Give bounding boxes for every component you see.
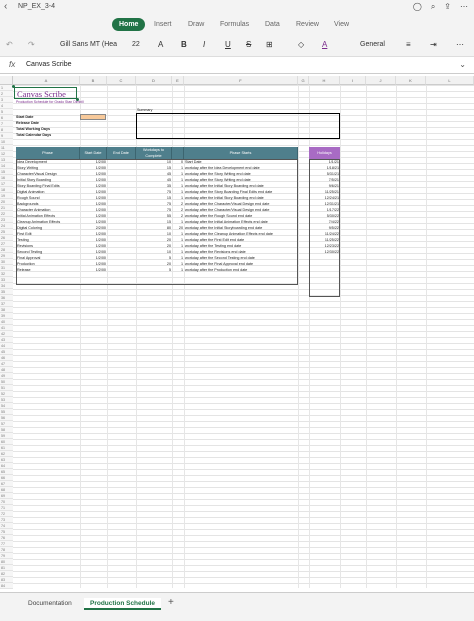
column-header[interactable]: F [184,76,298,85]
column-header[interactable]: I [340,76,366,85]
tab-data[interactable]: Data [265,18,280,31]
table-cell[interactable]: 1/2/00 [80,267,107,273]
more-icon[interactable]: ⋯ [456,39,464,51]
column-header[interactable]: K [396,76,426,85]
header-phase: Phase [16,147,80,159]
column-header[interactable]: G [298,76,309,85]
tab-view[interactable]: View [334,18,349,31]
ribbon-tabs: Home Insert Draw Formulas Data Review Vi… [0,16,474,33]
title-bar: ‹ NP_EX_3-4 ◯ ⌕ ⇪ ⋯ [0,0,474,16]
tab-formulas[interactable]: Formulas [220,18,249,31]
formula-bar[interactable]: fx Canvas Scribe ⌄ [0,58,474,74]
column-header[interactable]: E [172,76,184,85]
tab-review[interactable]: Review [296,18,319,31]
bold-button[interactable]: B [181,39,187,51]
grid-column-line [340,85,341,588]
underline-button[interactable]: U [225,39,231,51]
start-date-input[interactable] [80,114,106,120]
search-icon[interactable]: ⌕ [431,2,435,12]
row-header[interactable]: 84 [0,583,13,589]
sheet-tab-production-schedule[interactable]: Production Schedule [84,598,162,610]
redo-icon[interactable]: ↷ [28,39,35,51]
header-holidays: Holidays [309,147,340,159]
column-header[interactable]: H [309,76,340,85]
column-header[interactable]: B [80,76,107,85]
tab-home[interactable]: Home [112,18,146,31]
sheet-title-cell[interactable]: Canvas Scribe [14,87,77,99]
formula-input[interactable]: Canvas Scribe [26,61,72,68]
summary-label: Summary [137,108,153,112]
align-icon[interactable]: ≡ [406,39,411,51]
grid-column-line [396,85,397,588]
table-cell[interactable]: workday after the Production end date [185,267,297,273]
grid-column-line [366,85,367,588]
font-color-icon[interactable]: A [322,39,327,51]
table-cell[interactable]: 5 [136,267,172,273]
grid-column-line [298,85,299,588]
wrap-icon[interactable]: ⇥ [430,39,437,51]
tab-draw[interactable]: Draw [188,18,204,31]
italic-button[interactable]: I [203,39,205,51]
header-start-date: Start Date [80,147,107,159]
undo-icon[interactable]: ↶ [6,39,13,51]
chevron-down-icon[interactable]: ⌄ [459,60,466,69]
summary-box[interactable] [136,113,340,139]
sheet-tab-bar: Documentation Production Schedule + [0,592,474,621]
ribbon-toolbar: ↶ ↷ Gill Sans MT (Hea 22 A B I U S ⊞ ◇ A… [0,33,474,57]
header-phase-starts: Phase Starts [184,147,298,159]
column-header[interactable]: D [136,76,172,85]
column-header[interactable]: A [13,76,80,85]
borders-icon[interactable]: ⊞ [266,39,273,51]
header-end-date: End Date [107,147,136,159]
lightbulb-icon[interactable]: ◯ [413,2,422,12]
add-sheet-button[interactable]: + [168,597,174,608]
back-icon[interactable]: ‹ [4,1,7,12]
total-calendar-days-label: Total Calendar Days [16,133,52,137]
more-icon[interactable]: ⋯ [460,2,468,12]
table-cell[interactable]: Release [17,267,79,273]
function-icon[interactable]: fx [9,60,15,69]
column-header[interactable]: J [366,76,396,85]
number-format-box[interactable]: General [360,39,385,51]
column-header[interactable]: L [426,76,474,85]
sheet-subtitle: Production Schedule for Grado Stan Dimbi… [16,100,84,104]
header-workdays: Workdays to Complete [136,147,172,159]
share-icon[interactable]: ⇪ [444,2,451,12]
fill-color-icon[interactable]: ◇ [298,39,304,51]
font-name-box[interactable]: Gill Sans MT (Hea [60,39,126,51]
header-blank [172,147,184,159]
tab-insert[interactable]: Insert [154,18,172,31]
table-cell[interactable] [107,267,136,273]
select-all-corner[interactable] [0,76,13,85]
table-cell[interactable]: 1 [172,267,184,273]
grid-column-line [426,85,427,588]
selection-handle[interactable] [12,85,15,88]
increase-font-icon[interactable]: A [158,39,163,51]
strikethrough-button[interactable]: S [246,39,251,51]
sheet-tab-documentation[interactable]: Documentation [22,598,78,610]
font-size-box[interactable]: 22 [132,39,146,51]
holiday-cell[interactable]: 12/30/22 [309,249,340,255]
column-header[interactable]: C [107,76,136,85]
document-title: NP_EX_3-4 [18,3,55,10]
